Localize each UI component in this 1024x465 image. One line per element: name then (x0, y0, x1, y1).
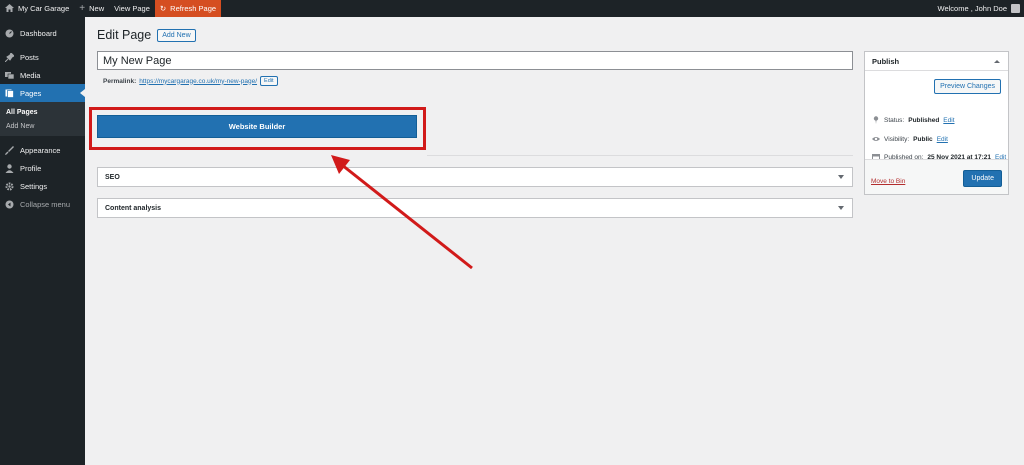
home-icon (5, 3, 14, 14)
view-page-link[interactable]: View Page (109, 0, 155, 17)
pin-icon (872, 116, 880, 124)
submenu-add-new[interactable]: Add New (0, 119, 85, 133)
new-content-link[interactable]: + New (74, 0, 109, 17)
plus-icon: + (79, 2, 86, 14)
website-builder-button[interactable]: Website Builder (97, 115, 417, 138)
visibility-value: Public (913, 135, 933, 143)
refresh-icon: ↻ (159, 4, 167, 13)
dashboard-icon (5, 29, 14, 38)
panel-title: Content analysis (105, 204, 162, 212)
collapse-icon (5, 200, 14, 209)
permalink-link[interactable]: https://mycargarage.co.uk/my-new-page/ (139, 78, 257, 85)
sidebar-label: Posts (20, 52, 39, 62)
permalink-row: Permalink: https://mycargarage.co.uk/my-… (103, 76, 278, 86)
publish-title: Publish (872, 56, 900, 66)
chevron-down-icon[interactable] (838, 175, 844, 179)
status-row: Status: Published Edit (872, 116, 955, 124)
welcome-text: Welcome , John Doe (937, 4, 1007, 13)
media-icon (5, 71, 14, 80)
status-value: Published (908, 116, 940, 124)
update-button[interactable]: Update (963, 170, 1002, 187)
title-input[interactable]: My New Page (97, 51, 853, 70)
sidebar-item-media[interactable]: Media (0, 66, 85, 84)
chevron-up-icon[interactable] (994, 60, 1000, 63)
sidebar-label: Profile (20, 163, 42, 173)
sidebar-item-dashboard[interactable]: Dashboard (0, 24, 85, 42)
chevron-down-icon[interactable] (838, 206, 844, 210)
sidebar-item-profile[interactable]: Profile (0, 159, 85, 177)
main-content: Edit Page Add New My New Page Permalink:… (85, 17, 1024, 465)
sidebar-item-settings[interactable]: Settings (0, 177, 85, 195)
submenu-all-pages[interactable]: All Pages (0, 105, 85, 119)
user-icon (5, 163, 14, 173)
status-label: Status: (884, 116, 905, 124)
pin-icon (5, 52, 14, 62)
sidebar-label: Media (20, 70, 41, 80)
site-name-link[interactable]: My Car Garage (0, 0, 74, 17)
sidebar-item-posts[interactable]: Posts (0, 48, 85, 66)
divider (427, 155, 853, 156)
visibility-label: Visibility: (884, 135, 910, 143)
permalink-label: Permalink: (103, 77, 137, 85)
edit-status-link[interactable]: Edit (943, 117, 954, 124)
edit-slug-button[interactable]: Edit (260, 76, 278, 86)
new-label: New (89, 4, 105, 13)
page-title: Edit Page (97, 28, 152, 42)
publish-box: Publish Preview Changes Status: Publishe… (864, 51, 1009, 195)
sidebar-label: Appearance (20, 145, 61, 155)
site-name: My Car Garage (18, 4, 70, 13)
publish-header[interactable]: Publish (865, 52, 1008, 71)
sidebar-collapse-menu[interactable]: Collapse menu (0, 195, 85, 213)
page-heading: Edit Page Add New (97, 28, 196, 42)
admin-sidebar: Dashboard Posts Media Pages All Pages Ad… (0, 17, 85, 465)
account-menu[interactable]: Welcome , John Doe (933, 0, 1024, 17)
brush-icon (5, 145, 14, 155)
sidebar-label: Dashboard (20, 28, 57, 38)
edit-visibility-link[interactable]: Edit (937, 136, 948, 143)
sidebar-label: Settings (20, 181, 48, 191)
seo-panel[interactable]: SEO (97, 167, 853, 187)
pages-submenu: All Pages Add New (0, 102, 85, 136)
sidebar-item-appearance[interactable]: Appearance (0, 141, 85, 159)
avatar (1011, 4, 1020, 13)
sidebar-item-pages[interactable]: Pages (0, 84, 85, 102)
add-new-button[interactable]: Add New (157, 28, 196, 42)
admin-bar: My Car Garage + New View Page ↻ Refresh … (0, 0, 1024, 17)
pages-icon (5, 89, 14, 98)
settings-icon (5, 182, 14, 191)
move-to-bin-link[interactable]: Move to Bin (871, 178, 905, 185)
eye-icon (872, 135, 880, 143)
preview-changes-button[interactable]: Preview Changes (934, 79, 1001, 94)
refresh-label: Refresh Page (170, 4, 217, 13)
view-page-label: View Page (114, 4, 150, 13)
publish-footer: Move to Bin Update (865, 159, 1008, 194)
sidebar-label: Pages (20, 88, 42, 98)
content-analysis-panel[interactable]: Content analysis (97, 198, 853, 218)
sidebar-label: Collapse menu (20, 199, 71, 209)
visibility-row: Visibility: Public Edit (872, 135, 948, 143)
panel-title: SEO (105, 173, 120, 181)
refresh-page-button[interactable]: ↻ Refresh Page (154, 0, 222, 17)
